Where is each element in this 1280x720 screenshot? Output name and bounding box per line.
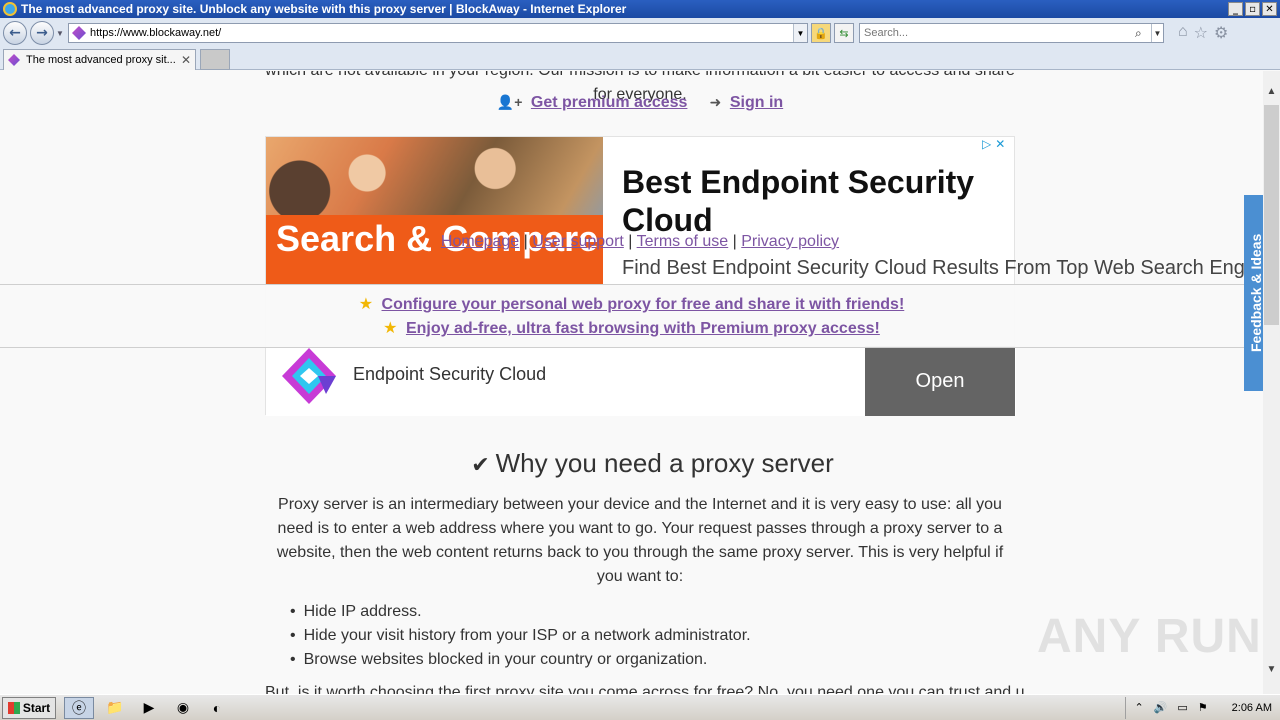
- close-window-button[interactable]: ✕: [1262, 2, 1277, 16]
- list-item: Browse websites blocked in your country …: [290, 648, 751, 672]
- tray-expand-icon[interactable]: ⌃: [1134, 701, 1143, 714]
- taskbar: Start ⓔ 📁 ▶ ◉ ◐ ⌃ 🔊 ▭ ⚑ 2:06 AM: [0, 694, 1280, 720]
- homepage-link[interactable]: Homepage: [441, 233, 519, 250]
- ad-bottom-bar: Endpoint Security Cloud Open: [266, 346, 1016, 416]
- system-tray: ⌃ 🔊 ▭ ⚑ 2:06 AM: [1125, 696, 1280, 719]
- advertisement[interactable]: Search & Compare Top Results Best Endpoi…: [265, 136, 1263, 416]
- edge-icon[interactable]: ◐: [204, 697, 230, 719]
- promo-adfree: ★ Enjoy ad-free, ultra fast browsing wit…: [0, 318, 1263, 338]
- page-viewport: which are not available in your region. …: [0, 71, 1263, 694]
- windows-flag-icon: [7, 701, 20, 714]
- promo-configure: ★ Configure your personal web proxy for …: [0, 294, 1263, 314]
- user-support-link[interactable]: User support: [532, 233, 624, 250]
- search-dropdown-icon[interactable]: ▼: [1151, 24, 1163, 42]
- star-icon: ★: [383, 320, 398, 337]
- promo-banner: ★ Configure your personal web proxy for …: [0, 284, 1263, 348]
- auth-links: 👤+ Get premium access ➜ Sign in: [0, 94, 1263, 112]
- history-dropdown-icon[interactable]: ▼: [56, 29, 66, 38]
- maximize-button[interactable]: ▫: [1245, 2, 1260, 16]
- address-dropdown-icon[interactable]: ▼: [793, 24, 807, 42]
- search-icon[interactable]: ⌕: [1135, 26, 1151, 41]
- search-placeholder: Search...: [864, 27, 909, 39]
- footer-links: Homepage | User support | Terms of use |…: [440, 233, 840, 250]
- lock-icon[interactable]: 🔒: [811, 23, 831, 43]
- why-heading-text: Why you need a proxy server: [495, 448, 834, 478]
- new-tab-button[interactable]: [200, 49, 230, 70]
- window-title: The most advanced proxy site. Unblock an…: [21, 2, 627, 16]
- anyrun-watermark: ANY RUN: [1037, 610, 1262, 663]
- why-proxy-heading: ✔ Why you need a proxy server: [0, 448, 1263, 479]
- internet-explorer-task-icon[interactable]: ⓔ: [64, 696, 94, 719]
- volume-icon[interactable]: 🔊: [1154, 701, 1168, 714]
- scroll-up-icon[interactable]: ▲: [1263, 83, 1280, 100]
- clock[interactable]: 2:06 AM: [1232, 702, 1272, 714]
- check-icon: ✔: [471, 452, 490, 477]
- address-url[interactable]: https://www.blockaway.net/: [90, 27, 793, 39]
- premium-access-link[interactable]: Get premium access: [531, 94, 688, 111]
- refresh-icon[interactable]: ⇆: [834, 23, 854, 43]
- user-plus-icon: 👤+: [496, 94, 523, 110]
- start-button[interactable]: Start: [2, 696, 56, 719]
- ad-image[interactable]: Search & Compare Top Results: [266, 137, 603, 285]
- minimize-button[interactable]: _: [1228, 2, 1243, 16]
- tab-favicon-icon: [8, 54, 20, 66]
- chrome-icon[interactable]: ◉: [170, 697, 196, 719]
- sign-in-icon: ➜: [709, 94, 722, 110]
- list-item: Hide IP address.: [290, 600, 751, 624]
- why-paragraph: Proxy server is an intermediary between …: [276, 496, 1004, 585]
- ad-choices-icon[interactable]: ▷✕: [982, 137, 1009, 151]
- configure-proxy-link[interactable]: Configure your personal web proxy for fr…: [382, 296, 905, 313]
- start-label: Start: [22, 700, 51, 715]
- internet-explorer-icon: [3, 2, 17, 16]
- vertical-scrollbar[interactable]: ▲ ▼: [1263, 71, 1280, 694]
- tab-row: The most advanced proxy sit... ✕: [0, 48, 1280, 70]
- ad-brand-logo-icon: [282, 348, 336, 404]
- sign-in-link[interactable]: Sign in: [730, 94, 783, 111]
- address-bar[interactable]: https://www.blockaway.net/ ▼: [68, 23, 808, 43]
- star-icon: ★: [358, 296, 374, 313]
- search-input[interactable]: Search... ⌕ ▼: [859, 23, 1164, 43]
- tab-blockaway[interactable]: The most advanced proxy sit... ✕: [3, 49, 196, 70]
- site-favicon-icon: [72, 26, 86, 40]
- ad-title[interactable]: Best Endpoint Security Cloud: [622, 163, 982, 239]
- navigation-bar: ← → ▼ https://www.blockaway.net/ ▼ 🔒 ⇆ S…: [0, 18, 1280, 48]
- privacy-link[interactable]: Privacy policy: [741, 233, 839, 250]
- forward-button[interactable]: →: [30, 21, 54, 45]
- scrollbar-thumb[interactable]: [1264, 105, 1279, 325]
- settings-gear-icon[interactable]: ⚙: [1214, 23, 1228, 43]
- file-explorer-icon[interactable]: 📁: [102, 697, 128, 719]
- tab-close-icon[interactable]: ✕: [181, 53, 195, 67]
- window-titlebar: The most advanced proxy site. Unblock an…: [0, 0, 1280, 18]
- cut-off-paragraph: But, is it worth choosing the first prox…: [265, 684, 1025, 694]
- scroll-down-icon[interactable]: ▼: [1263, 661, 1280, 678]
- ad-people-photo: [266, 137, 603, 227]
- tab-title: The most advanced proxy sit...: [26, 54, 176, 66]
- back-button[interactable]: ←: [3, 21, 27, 45]
- premium-proxy-link[interactable]: Enjoy ad-free, ultra fast browsing with …: [406, 320, 880, 337]
- ad-brand-name: Endpoint Security Cloud: [353, 364, 547, 384]
- terms-link[interactable]: Terms of use: [637, 233, 729, 250]
- network-icon[interactable]: ▭: [1177, 701, 1187, 714]
- list-item: Hide your visit history from your ISP or…: [290, 624, 751, 648]
- reasons-list: Hide IP address. Hide your visit history…: [290, 600, 751, 672]
- feedback-tab[interactable]: Feedback & Ideas: [1244, 195, 1263, 391]
- ad-open-button[interactable]: Open: [865, 346, 1015, 416]
- ad-description[interactable]: Find Best Endpoint Security Cloud Result…: [622, 255, 1263, 281]
- favorites-star-icon[interactable]: ☆: [1194, 23, 1208, 43]
- action-center-flag-icon[interactable]: ⚑: [1198, 701, 1208, 714]
- home-icon[interactable]: ⌂: [1178, 23, 1188, 43]
- media-player-icon[interactable]: ▶: [136, 697, 162, 719]
